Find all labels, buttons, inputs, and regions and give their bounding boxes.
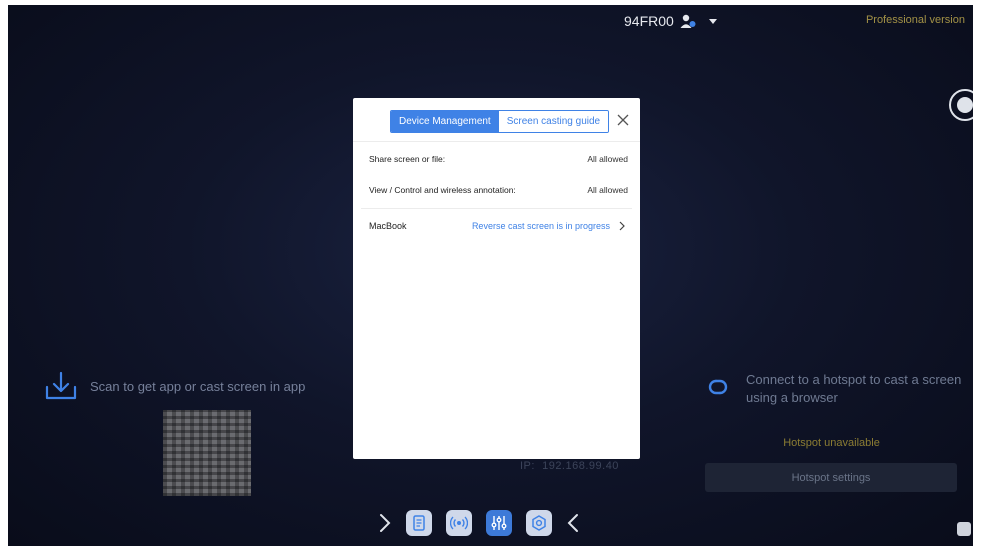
device-id-menu[interactable]: 94FR00 — [624, 13, 718, 29]
ip-address: IP: 192.168.99.40 — [520, 460, 619, 472]
bottom-dock — [378, 510, 580, 536]
device-id-label: 94FR00 — [624, 13, 674, 29]
expand-right-icon[interactable] — [378, 512, 392, 534]
app-download-text: Scan to get app or cast screen in app — [90, 378, 306, 394]
hotspot-status: Hotspot unavailable — [783, 437, 880, 449]
ip-value: 192.168.99.40 — [542, 460, 619, 472]
device-item-macbook[interactable]: MacBook Reverse cast screen is in progre… — [369, 221, 626, 231]
broadcast-button[interactable] — [446, 510, 472, 536]
link-icon — [708, 379, 728, 395]
user-icon — [680, 14, 696, 28]
tab-screen-casting-guide[interactable]: Screen casting guide — [498, 111, 609, 132]
chevron-right-icon — [619, 221, 625, 231]
record-button[interactable] — [949, 89, 973, 121]
caret-down-icon[interactable] — [708, 16, 718, 26]
ip-label: IP: — [520, 460, 535, 472]
hotspot-hint-text: Connect to a hotspot to cast a screen us… — [746, 372, 962, 405]
setting-value: All allowed — [587, 185, 628, 195]
device-name: MacBook — [369, 221, 407, 231]
screen-mirror-icon[interactable] — [957, 522, 971, 536]
collapse-left-icon[interactable] — [566, 512, 580, 534]
device-management-dialog: Device Management Screen casting guide S… — [353, 98, 640, 459]
hotspot-hint: Connect to a hotspot to cast a screen us… — [704, 371, 964, 407]
close-icon[interactable] — [617, 114, 629, 126]
qr-code — [163, 410, 251, 496]
app-download-hint: Scan to get app or cast screen in app — [44, 371, 305, 401]
document-button[interactable] — [406, 510, 432, 536]
device-status: Reverse cast screen is in progress — [471, 221, 610, 231]
settings-hex-icon — [532, 515, 546, 531]
share-screen-setting[interactable]: Share screen or file: All allowed — [369, 154, 628, 164]
setting-value: All allowed — [587, 154, 628, 164]
setting-label: Share screen or file: — [369, 154, 446, 164]
view-control-setting[interactable]: View / Control and wireless annotation: … — [369, 185, 628, 195]
document-icon — [413, 515, 425, 531]
setting-label: View / Control and wireless annotation: — [369, 185, 516, 195]
download-icon — [45, 371, 77, 400]
broadcast-icon — [450, 516, 468, 530]
equalizer-button[interactable] — [486, 510, 512, 536]
divider — [353, 141, 640, 142]
tab-device-management[interactable]: Device Management — [391, 111, 499, 132]
version-label: Professional version — [865, 14, 965, 26]
settings-button[interactable] — [526, 510, 552, 536]
equalizer-icon — [491, 516, 507, 530]
dialog-tabs: Device Management Screen casting guide — [390, 110, 610, 133]
hotspot-settings-button[interactable]: Hotspot settings — [705, 463, 957, 492]
divider — [361, 208, 632, 209]
